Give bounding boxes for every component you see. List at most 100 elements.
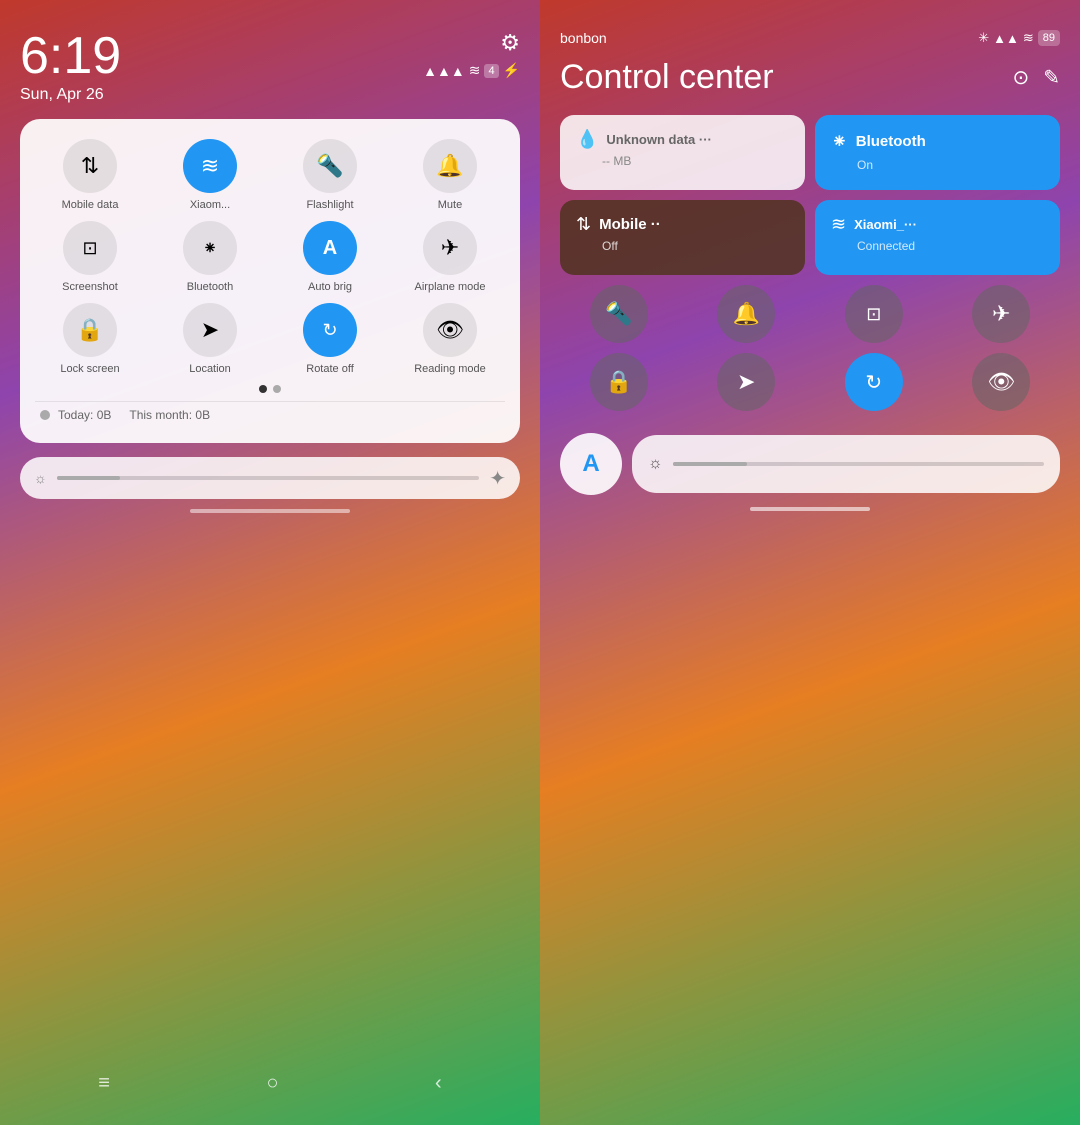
- cc-bottom-row: A ☼: [560, 433, 1060, 495]
- brightness-fill: [57, 476, 120, 480]
- qs-item-flashlight: 🔦 Flashlight: [275, 139, 385, 211]
- cc-icon-grid-1: 🔦 🔔 ⊡ ✈: [560, 285, 1060, 343]
- qs-item-rotate: ↻ Rotate off: [275, 303, 385, 375]
- lock-screen-label: Lock screen: [60, 363, 119, 375]
- wifi-tile[interactable]: ≋ Xiaomi_··· Connected: [815, 200, 1060, 275]
- brightness-track: [57, 476, 479, 480]
- phone-left: 6:19 Sun, Apr 26 ⚙ ▲▲▲ ≋ 4 ⚡ ⇅ Mobile da…: [0, 0, 540, 1125]
- cc-icon-grid-2: 🔒 ➤ ↻ 👁: [560, 353, 1060, 411]
- location-button[interactable]: ➤: [183, 303, 237, 357]
- auto-bright-label: A: [582, 450, 599, 478]
- home-indicator: [750, 507, 870, 511]
- mute-label: Mute: [438, 199, 462, 211]
- qs-item-mute: 🔔 Mute: [395, 139, 505, 211]
- wifi-tile-title: Xiaomi_···: [854, 217, 917, 232]
- qs-item-screenshot: ⊡ Screenshot: [35, 221, 145, 293]
- brightness-max-icon: ✦: [489, 466, 506, 491]
- data-tile-icon: 💧: [576, 129, 598, 150]
- rotate-button[interactable]: ↻: [303, 303, 357, 357]
- mobile-tile-header: ⇅ Mobile ··: [576, 214, 789, 235]
- month-traffic: This month: 0B: [129, 408, 210, 422]
- right-brightness-fill: [673, 462, 747, 466]
- bluetooth-button[interactable]: ⁕: [183, 221, 237, 275]
- reading-mode-button[interactable]: 👁: [423, 303, 477, 357]
- cc-bell-btn[interactable]: 🔔: [717, 285, 775, 343]
- qs-item-mobile-data: ⇅ Mobile data: [35, 139, 145, 211]
- data-tile-header: 💧 Unknown data ···: [576, 129, 789, 150]
- mobile-data-button[interactable]: ⇅: [63, 139, 117, 193]
- phone-right: bonbon ✳ ▲▲ ≋ 89 Control center ⊙ ✎ 💧 Un…: [540, 0, 1080, 1125]
- cc-header: Control center ⊙ ✎: [560, 58, 1060, 97]
- left-header: 6:19 Sun, Apr 26 ⚙ ▲▲▲ ≋ 4 ⚡: [20, 30, 520, 104]
- bluetooth-tile-header: ⁕ Bluetooth: [831, 129, 1044, 154]
- flashlight-button[interactable]: 🔦: [303, 139, 357, 193]
- traffic-dot: [40, 410, 50, 420]
- airplane-label: Airplane mode: [415, 281, 486, 293]
- wifi-tile-icon: ≋: [831, 214, 846, 235]
- auto-bright-btn[interactable]: A: [560, 433, 622, 495]
- nav-back-icon[interactable]: ‹: [435, 1072, 442, 1095]
- bluetooth-tile-icon: ⁕: [831, 129, 848, 154]
- brightness-bar[interactable]: ☼ ✦: [20, 457, 520, 499]
- bluetooth-tile-sub: On: [857, 158, 1044, 172]
- screenshot-button[interactable]: ⊡: [63, 221, 117, 275]
- mobile-tile-title: Mobile ··: [599, 216, 661, 233]
- left-date: Sun, Apr 26: [20, 86, 121, 104]
- left-header-right: ⚙ ▲▲▲ ≋ 4 ⚡: [423, 30, 520, 79]
- wifi-button[interactable]: ≋: [183, 139, 237, 193]
- mute-button[interactable]: 🔔: [423, 139, 477, 193]
- wifi-label: Xiaom...: [190, 199, 230, 211]
- nav-menu-icon[interactable]: ≡: [98, 1072, 110, 1095]
- cc-location-btn[interactable]: ➤: [717, 353, 775, 411]
- rotate-label: Rotate off: [306, 363, 354, 375]
- charging-icon: ⚡: [503, 62, 520, 79]
- cc-eye-btn[interactable]: 👁: [972, 353, 1030, 411]
- cc-screenshot-btn[interactable]: ⊡: [845, 285, 903, 343]
- bluetooth-status-icon: ✳: [978, 30, 989, 46]
- data-tile[interactable]: 💧 Unknown data ··· -- MB: [560, 115, 805, 190]
- nav-home-icon[interactable]: ○: [266, 1072, 278, 1095]
- wifi-tile-header: ≋ Xiaomi_···: [831, 214, 1044, 235]
- left-status-bar: ▲▲▲ ≋ 4 ⚡: [423, 62, 520, 79]
- right-brightness-track: [673, 462, 1044, 466]
- battery-status-icon: 89: [1038, 30, 1060, 46]
- cc-airplane-btn[interactable]: ✈: [972, 285, 1030, 343]
- data-tile-title: Unknown data ···: [606, 132, 711, 147]
- bluetooth-label: Bluetooth: [187, 281, 233, 293]
- reading-mode-label: Reading mode: [414, 363, 486, 375]
- cc-flashlight-btn[interactable]: 🔦: [590, 285, 648, 343]
- carrier-name: bonbon: [560, 30, 607, 46]
- qs-item-auto-bright: A Auto brig: [275, 221, 385, 293]
- tiles-row-2: ⇅ Mobile ·· Off ≋ Xiaomi_··· Connected: [560, 200, 1060, 275]
- battery-icon: 4: [484, 64, 498, 78]
- qs-item-location: ➤ Location: [155, 303, 265, 375]
- auto-bright-button[interactable]: A: [303, 221, 357, 275]
- qs-item-reading: 👁 Reading mode: [395, 303, 505, 375]
- data-tile-sub: -- MB: [602, 154, 789, 168]
- right-brightness-bar[interactable]: ☼: [632, 435, 1060, 493]
- wifi-icon: ≋: [469, 62, 481, 79]
- qs-item-airplane: ✈ Airplane mode: [395, 221, 505, 293]
- lock-screen-button[interactable]: 🔒: [63, 303, 117, 357]
- settings-icon[interactable]: ⊙: [1012, 65, 1029, 90]
- gear-icon[interactable]: ⚙: [500, 30, 520, 56]
- airplane-button[interactable]: ✈: [423, 221, 477, 275]
- edit-icon[interactable]: ✎: [1043, 65, 1060, 90]
- qs-dot-2: [273, 385, 281, 393]
- bluetooth-tile[interactable]: ⁕ Bluetooth On: [815, 115, 1060, 190]
- qs-grid: ⇅ Mobile data ≋ Xiaom... 🔦 Flashlight 🔔 …: [35, 139, 505, 375]
- cc-lock-btn[interactable]: 🔒: [590, 353, 648, 411]
- quick-settings-panel: ⇅ Mobile data ≋ Xiaom... 🔦 Flashlight 🔔 …: [20, 119, 520, 443]
- qs-pagination: [35, 385, 505, 393]
- mobile-tile-icon: ⇅: [576, 214, 591, 235]
- mobile-tile[interactable]: ⇅ Mobile ·· Off: [560, 200, 805, 275]
- right-brightness-min-icon: ☼: [648, 455, 663, 473]
- left-time-block: 6:19 Sun, Apr 26: [20, 30, 121, 104]
- flashlight-label: Flashlight: [306, 199, 353, 211]
- right-status-bar: bonbon ✳ ▲▲ ≋ 89: [560, 30, 1060, 46]
- left-nav: ≡ ○ ‹: [20, 1072, 520, 1105]
- bottom-handle: [190, 509, 350, 513]
- cc-rotate-btn[interactable]: ↻: [845, 353, 903, 411]
- brightness-min-icon: ☼: [34, 470, 47, 486]
- mobile-data-label: Mobile data: [62, 199, 119, 211]
